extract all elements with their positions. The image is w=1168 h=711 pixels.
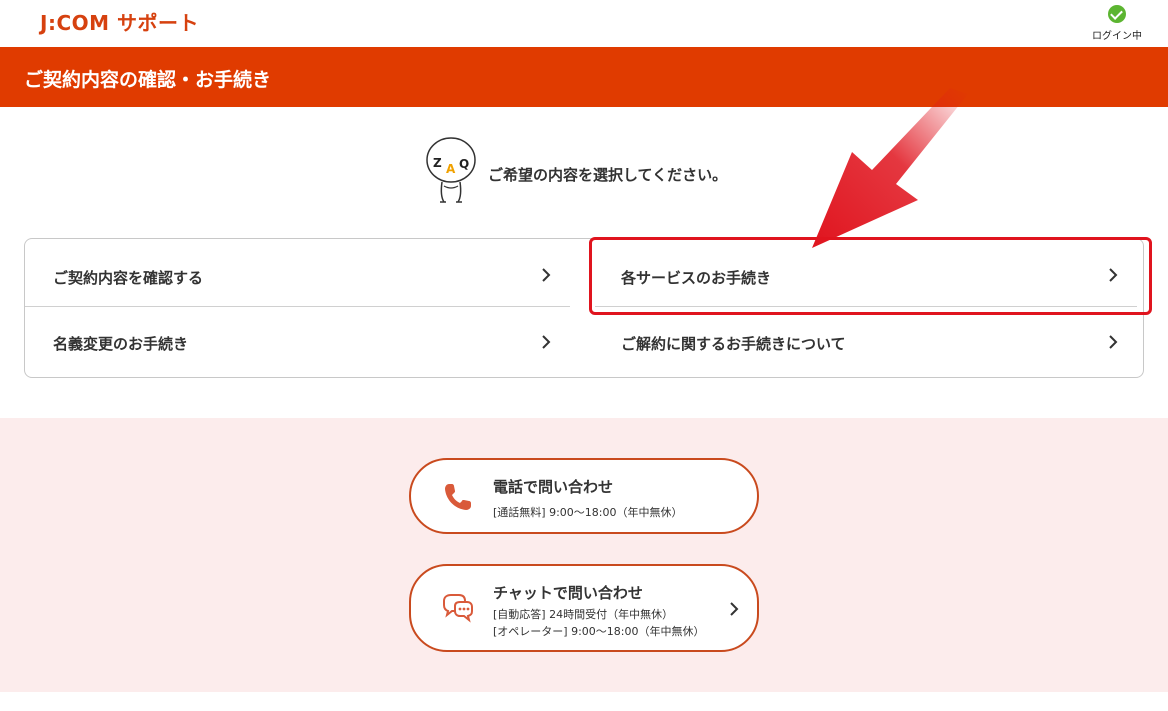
chevron-right-icon (1109, 335, 1118, 349)
menu-item-label: 名義変更のお手続き (53, 335, 189, 353)
chevron-right-icon (1109, 268, 1118, 282)
contact-section: 電話で問い合わせ [通話無料] 9:00〜18:00（年中無休） チャットで問い… (0, 418, 1168, 692)
annotation-arrow-icon (812, 88, 968, 248)
selection-prompt: ご希望の内容を選択してください。 (488, 166, 728, 184)
chevron-right-icon (542, 268, 551, 282)
chat-inquiry-button[interactable]: チャットで問い合わせ [自動応答] 24時間受付（年中無休） [オペレーター] … (409, 564, 759, 652)
menu-item-service-procedures[interactable]: 各サービスのお手続き (595, 239, 1137, 307)
top-header: J:COM サポート ログイン中 (0, 0, 1168, 47)
zaq-mascot-icon: Z A Q (426, 137, 476, 203)
menu-item-cancellation[interactable]: ご解約に関するお手続きについて (595, 309, 1137, 377)
mascot-letter-z: Z (433, 156, 442, 170)
login-status-label: ログイン中 (1092, 31, 1142, 42)
contract-menu-card: ご契約内容を確認する 名義変更のお手続き 各サービスのお手続き ご解約に関するお… (24, 238, 1144, 378)
chevron-right-icon (730, 602, 739, 616)
page-title: ご契約内容の確認・お手続き (24, 69, 272, 91)
phone-inquiry-button[interactable]: 電話で問い合わせ [通話無料] 9:00〜18:00（年中無休） (409, 458, 759, 534)
page-title-bar: ご契約内容の確認・お手続き (0, 47, 1168, 107)
phone-inquiry-hours: [通話無料] 9:00〜18:00（年中無休） (493, 506, 683, 519)
login-status[interactable]: ログイン中 (1090, 5, 1144, 42)
menu-item-label: 各サービスのお手続き (621, 269, 772, 287)
chat-operator-hours: [オペレーター] 9:00〜18:00（年中無休） (493, 625, 705, 638)
mascot-letter-q: Q (459, 157, 469, 171)
check-circle-icon (1108, 5, 1126, 23)
mascot-letter-a: A (446, 162, 456, 176)
menu-item-name-change[interactable]: 名義変更のお手続き (25, 309, 570, 377)
chat-auto-reply-hours: [自動応答] 24時間受付（年中無休） (493, 608, 674, 621)
jcom-support-logo[interactable]: J:COM サポート (40, 7, 199, 36)
chat-bubbles-icon (443, 594, 473, 623)
chevron-right-icon (542, 335, 551, 349)
menu-item-label: ご解約に関するお手続きについて (621, 335, 846, 353)
phone-icon (445, 484, 471, 510)
chat-inquiry-title: チャットで問い合わせ (493, 584, 643, 602)
menu-item-label: ご契約内容を確認する (53, 269, 204, 287)
phone-inquiry-title: 電話で問い合わせ (493, 478, 614, 496)
menu-item-check-contract[interactable]: ご契約内容を確認する (25, 239, 570, 307)
